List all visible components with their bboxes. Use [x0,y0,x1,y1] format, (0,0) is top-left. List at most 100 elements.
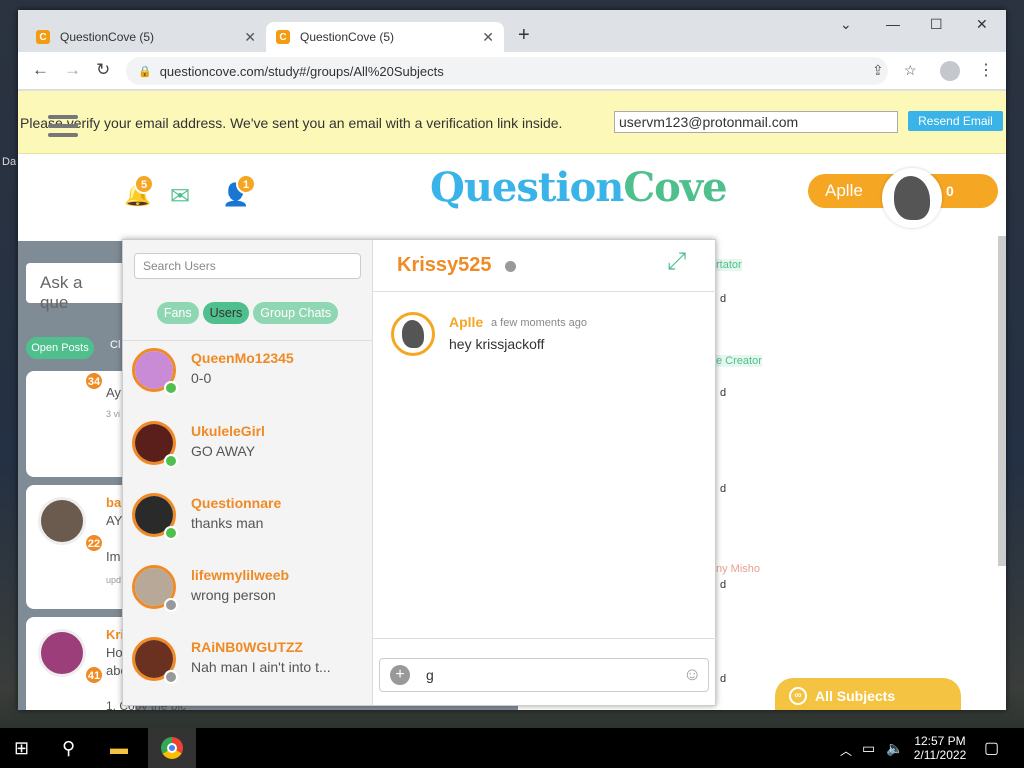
lock-icon: 🔒 [138,65,152,78]
role-tag: rtator [716,259,742,271]
bookmark-star-icon[interactable]: ☆ [904,62,917,79]
chat-user-row[interactable]: UkuleleGirl GO AWAY [123,421,373,493]
chat-panel: Search Users Fans Users Group Chats Quee… [122,239,717,709]
tab-title: QuestionCove (5) [60,30,155,44]
chat-user-name: RAiNB0WGUTZZ [191,639,303,655]
message-text: hey krissjackoff [449,336,545,352]
emoji-icon[interactable]: ☺ [683,664,701,685]
post-card[interactable]: 22 ba AY Im upd [26,485,136,609]
tray-expand-icon[interactable]: ︿ [840,742,852,759]
tab-search-icon[interactable]: ⌄ [840,16,852,33]
site-logo[interactable]: QuestionCove [430,164,728,211]
chat-filters: Fans Users Group Chats [123,302,372,324]
user-pill[interactable]: Aplle 0 [808,168,998,228]
chrome-taskbar-item[interactable] [148,728,196,768]
post-badge: 22 [84,533,104,553]
post-avatar [38,629,86,677]
minimize-icon[interactable]: — [886,16,900,32]
browser-tab-2[interactable]: C QuestionCove (5) ✕ [266,22,504,52]
chat-user-last-message: GO AWAY [191,443,256,459]
filter-group-chats[interactable]: Group Chats [253,302,339,324]
new-tab-icon[interactable]: + [518,24,530,47]
add-attachment-icon[interactable]: + [390,665,410,685]
notifications-icon[interactable]: ▢ [984,738,999,758]
email-field[interactable]: uservm123@protonmail.com [614,111,898,133]
filter-fans[interactable]: Fans [156,302,199,324]
user-avatar [882,168,942,228]
offline-status-dot [164,598,178,612]
chat-user-name: lifewmylilweeb [191,567,290,583]
questioncove-favicon: C [36,30,50,44]
resend-email-button[interactable]: Resend Email [908,111,1003,131]
verify-message: Please verify your email address. We've … [20,115,563,131]
chat-input-value: g [426,667,434,683]
volume-icon[interactable]: 🔈 [886,740,903,757]
forward-icon[interactable]: → [64,60,81,80]
message-avatar [391,312,435,356]
active-chat-user[interactable]: Krissy525 [397,254,492,277]
browser-tab-1[interactable]: C QuestionCove (5) ✕ [26,22,266,52]
tab-title: QuestionCove (5) [300,30,395,44]
open-posts-tab[interactable]: Open Posts [26,337,94,359]
post-card[interactable]: 34 Ay 3 vi [26,371,136,477]
windows-start-icon[interactable]: ⊞ [14,738,29,759]
browser-toolbar: ← → ↻ 🔒 questioncove.com/study#/groups/A… [18,52,1006,90]
ask-question-input[interactable]: Ask a que [26,263,126,312]
post-card[interactable]: 41 Kri Ho abo 1. Copy the pic [26,617,186,710]
system-clock[interactable]: 12:57 PM 2/11/2022 [908,734,972,762]
network-icon[interactable]: ▭ [862,740,875,757]
post-text: Ho [106,645,123,660]
filter-users[interactable]: Users [202,302,250,324]
logo-text-question: Question [430,164,624,211]
maximize-icon[interactable]: ☐ [930,16,943,33]
address-bar[interactable]: 🔒 questioncove.com/study#/groups/All%20S… [126,57,917,85]
post-avatar [38,497,86,545]
friends-badge: 1 [236,174,256,194]
offline-status-dot [505,261,516,272]
profile-avatar[interactable] [940,61,960,81]
chat-user-last-message: thanks man [191,515,264,531]
offline-status-dot [164,670,178,684]
share-icon[interactable]: ⇪ [872,62,884,79]
post-text: AY [106,513,123,528]
close-tab-icon[interactable]: ✕ [244,29,256,46]
expand-icon[interactable]: ⤢ [667,248,686,276]
reload-icon[interactable]: ↻ [96,60,110,80]
clock-time: 12:57 PM [914,734,966,748]
message-sender: Aplle [449,314,484,330]
chat-user-name: Questionnare [191,495,282,511]
site-header: 🔔 5 ✉ 👤 1 QuestionCove Aplle 0 [18,154,1006,236]
search-users-input[interactable]: Search Users [134,253,361,279]
mail-icon[interactable]: ✉ [170,182,190,211]
chat-user-row[interactable]: Questionnare thanks man [123,493,373,565]
chat-user-row[interactable]: lifewmylilweeb wrong person [123,565,373,637]
chat-header: Krissy525 ⤢ [373,240,717,292]
online-status-dot [164,526,178,540]
chat-user-row[interactable]: QueenMo12345 0-0 [123,348,373,420]
file-explorer-icon[interactable]: ▬ [110,738,128,759]
chat-user-last-message: 0-0 [191,370,212,386]
post-meta: upd [106,575,122,585]
user-score: 0 [946,183,954,199]
chat-message-input[interactable]: + g ☺ [379,658,709,692]
close-window-icon[interactable]: ✕ [976,16,988,33]
back-icon[interactable]: ← [32,60,49,80]
all-subjects-button[interactable]: ∞ All Subjects [775,678,961,710]
role-tag: ny Misho [716,563,761,575]
text-fragment: d [720,387,727,399]
online-status-dot [164,454,178,468]
page-scrollbar[interactable] [998,236,1006,566]
taskbar: ⊞ ⚲ ▬ ︿ ▭ 🔈 12:57 PM 2/11/2022 ▢ [0,728,1024,768]
hamburger-menu-icon[interactable] [48,115,78,137]
menu-kebab-icon[interactable]: ⋮ [978,60,994,80]
post-author: ba [106,495,122,510]
text-fragment: d [720,673,727,685]
text-fragment: d [720,293,727,305]
post-text: Im [106,549,121,564]
all-subjects-label: All Subjects [815,688,896,704]
close-tab-icon[interactable]: ✕ [482,29,494,46]
chat-user-row[interactable]: RAiNB0WGUTZZ Nah man I ain't into t... [123,637,373,709]
search-icon[interactable]: ⚲ [62,738,75,759]
feed-tab-2[interactable]: Cl [110,339,120,351]
divider [123,340,372,341]
